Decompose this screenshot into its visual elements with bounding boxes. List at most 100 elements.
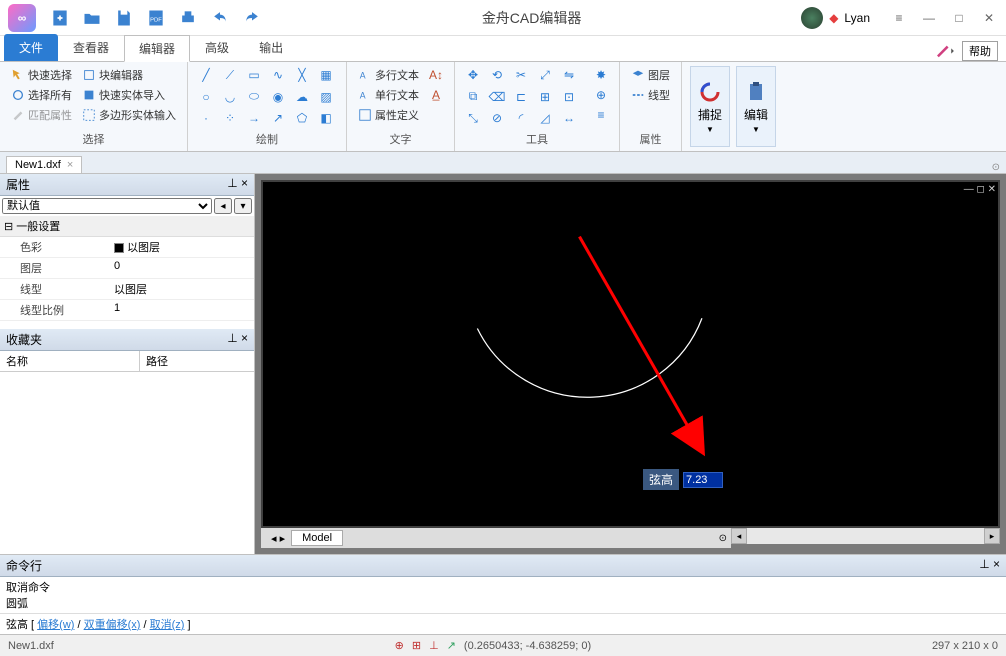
new-file-icon[interactable]	[50, 8, 70, 28]
model-tabs-menu-icon[interactable]: ⊙	[719, 533, 727, 544]
cmd-option-cancel[interactable]: 取消(z)	[150, 619, 185, 631]
chord-height-input[interactable]	[683, 472, 723, 488]
text-style-icon[interactable]: A↕	[426, 66, 446, 84]
maximize-button[interactable]: □	[950, 9, 968, 27]
capture-button[interactable]: 捕捉 ▼	[690, 66, 730, 147]
circle-icon[interactable]: ○	[196, 88, 216, 106]
tab-file[interactable]: 文件	[4, 34, 58, 61]
tab-editor[interactable]: 编辑器	[124, 35, 190, 62]
revcloud-icon[interactable]: ☁	[292, 88, 312, 106]
close-button[interactable]: ✕	[980, 9, 998, 27]
rotate-icon[interactable]: ⟲	[487, 66, 507, 84]
quick-entity-import-button[interactable]: 快速实体导入	[79, 86, 179, 104]
horizontal-scrollbar[interactable]: ◂ ▸	[731, 528, 1000, 544]
scroll-left-icon[interactable]: ◂	[731, 528, 747, 544]
cmd-option-double-offset[interactable]: 双重偏移(x)	[84, 619, 141, 631]
region-icon[interactable]: ◧	[316, 109, 336, 127]
minimize-button[interactable]: —	[920, 9, 938, 27]
pin-icon[interactable]: ⊥ ×	[979, 557, 1000, 574]
user-area[interactable]: ◆ Lyan	[801, 7, 870, 29]
fillet-icon[interactable]: ◜	[511, 109, 531, 127]
prop-row-ltscale[interactable]: 线型比例1	[0, 300, 254, 321]
offset-icon[interactable]: ⊏	[511, 88, 531, 106]
prop-row-color[interactable]: 色彩 以图层	[0, 237, 254, 258]
dropdown-arrow-left[interactable]: ◂	[214, 198, 232, 214]
undo-icon[interactable]	[210, 8, 230, 28]
fav-col-path[interactable]: 路径	[140, 351, 174, 371]
cmd-option-offset[interactable]: 偏移(w)	[37, 619, 74, 631]
arc-icon[interactable]: ◡	[220, 88, 240, 106]
layer-button[interactable]: 图层	[628, 66, 673, 84]
tab-close-icon[interactable]: ×	[67, 159, 73, 171]
polygon-icon[interactable]: ⬠	[292, 109, 312, 127]
block-editor-button[interactable]: 块编辑器	[79, 66, 179, 84]
prop-row-linetype[interactable]: 线型以图层	[0, 279, 254, 300]
line-icon[interactable]: ╱	[196, 66, 216, 84]
xline-icon[interactable]: ╳	[292, 66, 312, 84]
trim-icon[interactable]: ✂	[511, 66, 531, 84]
select-all-button[interactable]: 选择所有	[8, 86, 75, 104]
scroll-right-icon[interactable]: ▸	[984, 528, 1000, 544]
mirror-icon[interactable]: ⇋	[559, 66, 579, 84]
tab-output[interactable]: 输出	[244, 34, 298, 61]
explode-icon[interactable]: ✸	[591, 66, 611, 84]
save-icon[interactable]	[114, 8, 134, 28]
drawing-canvas[interactable]: — ◻ ✕ 弦高	[261, 180, 1000, 528]
user-avatar[interactable]	[801, 7, 823, 29]
brush-dropdown-icon[interactable]	[934, 43, 956, 59]
stretch-icon[interactable]: ↔	[559, 109, 579, 127]
hatch-icon[interactable]: ▦	[316, 66, 336, 84]
fill-icon[interactable]: ▨	[316, 88, 336, 106]
properties-dropdown[interactable]: 默认值	[2, 198, 212, 214]
ellipse-icon[interactable]: ⬭	[244, 88, 264, 106]
pin-icon[interactable]: ⊥ ×	[227, 331, 248, 348]
text-height-icon[interactable]: A̲	[426, 86, 446, 104]
model-tab[interactable]: Model	[291, 530, 343, 546]
attr-def-button[interactable]: 属性定义	[355, 106, 422, 124]
single-text-button[interactable]: A单行文本	[355, 86, 422, 104]
grid-icon[interactable]: ⊞	[412, 639, 421, 652]
align-icon[interactable]: ≡	[591, 106, 611, 124]
document-tab[interactable]: New1.dxf ×	[6, 156, 82, 173]
scale-icon[interactable]: ⤡	[463, 109, 483, 127]
polygon-entity-input-button[interactable]: 多边形实体输入	[79, 106, 179, 124]
move-icon[interactable]: ✥	[463, 66, 483, 84]
prop-section-general[interactable]: ⊟ 一般设置	[0, 216, 254, 237]
edit-button[interactable]: 编辑 ▼	[736, 66, 776, 147]
point-icon[interactable]: ·	[196, 109, 216, 127]
match-attr-button[interactable]: 匹配属性	[8, 106, 75, 124]
pin-icon[interactable]: ⊥ ×	[227, 176, 248, 193]
help-button[interactable]: 帮助	[962, 41, 998, 61]
linetype-button[interactable]: 线型	[628, 86, 673, 104]
copy-icon[interactable]: ⧉	[463, 88, 483, 106]
rect-icon[interactable]: ▭	[244, 66, 264, 84]
dropdown-arrow-down[interactable]: ▾	[234, 198, 252, 214]
join-icon[interactable]: ⊕	[591, 86, 611, 104]
quick-select-button[interactable]: 快速选择	[8, 66, 75, 84]
open-folder-icon[interactable]	[82, 8, 102, 28]
array-icon[interactable]: ⊡	[559, 88, 579, 106]
snap-icon[interactable]: ⊕	[395, 639, 404, 652]
tab-advanced[interactable]: 高级	[190, 34, 244, 61]
prop-row-layer[interactable]: 图层0	[0, 258, 254, 279]
command-input-line[interactable]: 弦高 [ 偏移(w) / 双重偏移(x) / 取消(z) ]	[0, 613, 1006, 634]
multipoint-icon[interactable]: ⁘	[220, 109, 240, 127]
menu-button[interactable]: ≡	[890, 9, 908, 27]
leader-icon[interactable]: ↗	[268, 109, 288, 127]
spiral-icon[interactable]: ◉	[268, 88, 288, 106]
fav-col-name[interactable]: 名称	[0, 351, 140, 371]
group-icon[interactable]: ⊞	[535, 88, 555, 106]
print-icon[interactable]	[178, 8, 198, 28]
tab-viewer[interactable]: 查看器	[58, 34, 124, 61]
polar-icon[interactable]: ↗	[447, 639, 456, 652]
erase-icon[interactable]: ⌫	[487, 88, 507, 106]
extend-icon[interactable]: ⤢	[535, 66, 555, 84]
ray-icon[interactable]: →	[244, 109, 264, 127]
redo-icon[interactable]	[242, 8, 262, 28]
spline-icon[interactable]: ∿	[268, 66, 288, 84]
tabs-dropdown-icon[interactable]: ⊙	[992, 162, 1000, 173]
polyline-icon[interactable]: ⟋	[220, 66, 240, 84]
break-icon[interactable]: ⊘	[487, 109, 507, 127]
chamfer-icon[interactable]: ◿	[535, 109, 555, 127]
pdf-icon[interactable]: PDF	[146, 8, 166, 28]
